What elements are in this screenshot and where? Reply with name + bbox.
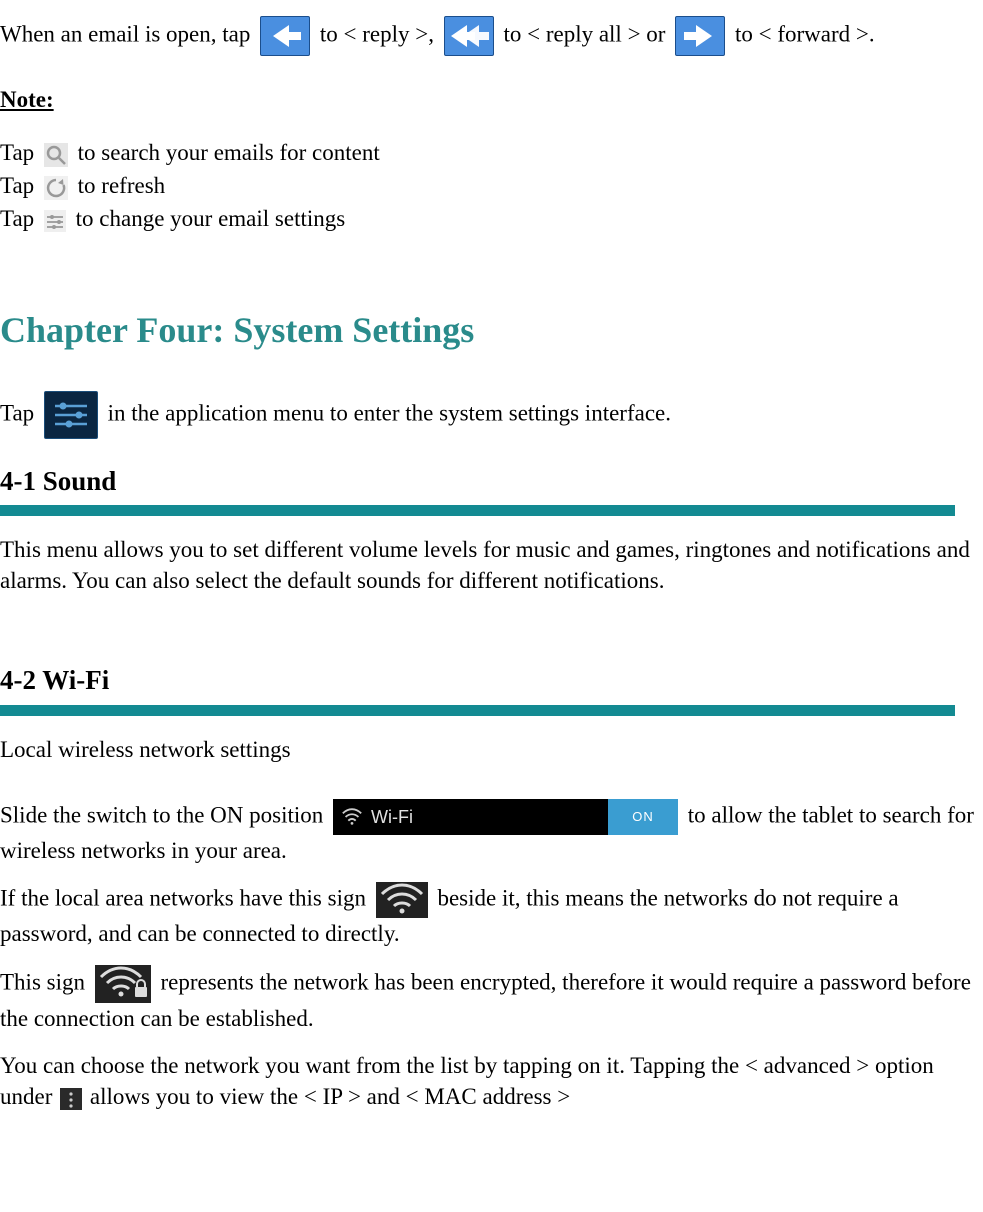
tap-refresh-line: Tap to refresh [0, 170, 983, 201]
chapter-intro-paragraph: Tap in the application menu to enter the… [0, 391, 983, 439]
text: Slide the switch to the ON position [0, 802, 329, 827]
text: in the application menu to enter the sys… [108, 400, 671, 425]
section-4-1-body: This menu allows you to set different vo… [0, 534, 983, 596]
tap-list: Tap to search your emails for content Ta… [0, 137, 983, 234]
wifi-switch-state[interactable]: ON [608, 799, 678, 835]
section-4-1-heading: 4-1 Sound [0, 463, 983, 499]
text: to < forward >. [735, 21, 875, 46]
email-actions-paragraph: When an email is open, tap to < reply >,… [0, 16, 983, 56]
wifi-locked-paragraph: This sign represents the network has bee… [0, 965, 983, 1034]
wifi-switch-paragraph: Slide the switch to the ON position Wi-F… [0, 799, 983, 866]
menu-icon [60, 1088, 82, 1110]
text: When an email is open, tap [0, 21, 256, 46]
note-heading: Note: [0, 84, 983, 115]
reply-icon [260, 16, 310, 56]
text: Tap [0, 140, 40, 165]
text: allows you to view the < IP > and < MAC … [90, 1084, 570, 1109]
wifi-advanced-paragraph: You can choose the network you want from… [0, 1050, 983, 1112]
section-4-2-heading: 4-2 Wi-Fi [0, 662, 983, 698]
wifi-switch[interactable]: Wi-Fi ON [333, 799, 678, 835]
refresh-icon [44, 176, 68, 200]
wifi-switch-label-area: Wi-Fi [333, 799, 616, 835]
forward-icon [675, 16, 725, 56]
section-divider [0, 705, 955, 716]
wifi-icon [341, 806, 363, 828]
text: to < reply all > or [503, 21, 671, 46]
wifi-locked-icon [95, 965, 151, 1003]
tap-search-line: Tap to search your emails for content [0, 137, 983, 168]
text: to search your emails for content [78, 140, 380, 165]
text: to < reply >, [320, 21, 440, 46]
reply-all-icon [444, 16, 494, 56]
wifi-open-paragraph: If the local area networks have this sig… [0, 882, 983, 949]
settings-app-icon [44, 391, 98, 439]
section-divider [0, 505, 955, 516]
chapter-title: Chapter Four: System Settings [0, 306, 983, 355]
text: This sign [0, 969, 91, 994]
search-icon [44, 143, 68, 167]
tap-settings-line: Tap to change your email settings [0, 203, 983, 234]
section-4-2-subtitle: Local wireless network settings [0, 734, 983, 765]
text: to refresh [78, 173, 166, 198]
text: Tap [0, 206, 40, 231]
text: Tap [0, 173, 40, 198]
wifi-open-icon [376, 882, 428, 918]
text: If the local area networks have this sig… [0, 885, 372, 910]
sliders-icon [44, 210, 66, 232]
text: Tap [0, 400, 40, 425]
text: to change your email settings [76, 206, 346, 231]
wifi-switch-label: Wi-Fi [371, 805, 413, 829]
